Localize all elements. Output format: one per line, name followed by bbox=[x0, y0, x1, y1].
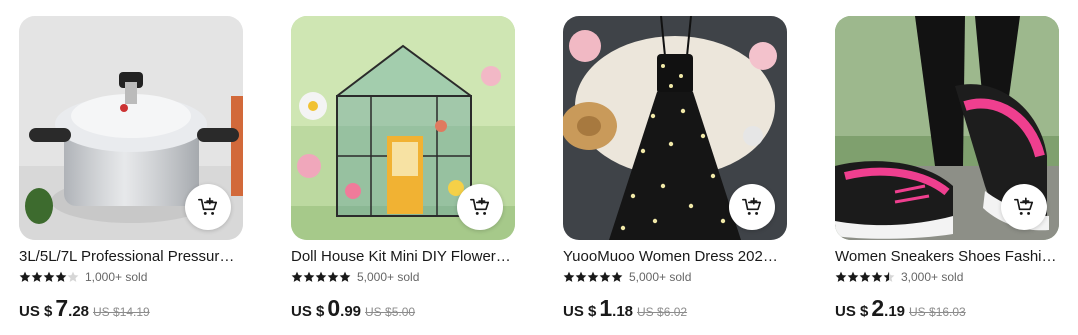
product-image[interactable] bbox=[291, 16, 515, 240]
original-price: US $16.03 bbox=[909, 305, 966, 319]
sold-count: 5,000+ sold bbox=[629, 270, 692, 284]
price-integer: 2 bbox=[871, 295, 885, 321]
product-title[interactable]: Doll House Kit Mini DIY Flower House bbox=[291, 248, 513, 266]
original-price: US $5.00 bbox=[365, 305, 416, 319]
add-to-cart-icon bbox=[1014, 197, 1034, 215]
sold-count: 1,000+ sold bbox=[85, 270, 148, 284]
product-title[interactable]: 3L/5L/7L Professional Pressure Cooker St… bbox=[19, 248, 241, 266]
product-meta: 3,000+ sold bbox=[835, 269, 1059, 285]
price-row: US $ 0 .99 US $5.00 bbox=[291, 295, 515, 322]
star-icon bbox=[859, 271, 871, 282]
price-decimal: .28 bbox=[68, 303, 90, 320]
star-icon bbox=[43, 271, 55, 282]
add-to-cart-button[interactable] bbox=[185, 184, 231, 230]
star-icon bbox=[19, 271, 31, 282]
sold-count: 3,000+ sold bbox=[901, 270, 964, 284]
price-decimal: .99 bbox=[340, 303, 362, 320]
product-meta: 5,000+ sold bbox=[291, 269, 515, 285]
add-to-cart-button[interactable] bbox=[1001, 184, 1047, 230]
currency-label: US $ bbox=[835, 303, 869, 320]
star-icon bbox=[563, 271, 575, 282]
price-decimal: .18 bbox=[612, 303, 634, 320]
currency-label: US $ bbox=[19, 303, 53, 320]
price-integer: 0 bbox=[327, 295, 341, 321]
currency-label: US $ bbox=[563, 303, 597, 320]
star-icon bbox=[611, 271, 623, 282]
price-row: US $ 2 .19 US $16.03 bbox=[835, 295, 1059, 322]
price-integer: 1 bbox=[599, 295, 613, 321]
product-title[interactable]: Women Sneakers Shoes Fashion Platform bbox=[835, 248, 1057, 266]
product-meta: 5,000+ sold bbox=[563, 269, 787, 285]
rating-stars bbox=[291, 271, 351, 283]
rating-stars bbox=[835, 271, 895, 283]
star-icon bbox=[339, 271, 351, 282]
price-row: US $ 7 .28 US $14.19 bbox=[19, 295, 243, 322]
product-image[interactable] bbox=[19, 16, 243, 240]
product-image[interactable] bbox=[563, 16, 787, 240]
sold-count: 5,000+ sold bbox=[357, 270, 420, 284]
product-card[interactable]: Women Sneakers Shoes Fashion Platform 3,… bbox=[835, 16, 1059, 331]
star-icon bbox=[871, 271, 883, 282]
star-icon bbox=[599, 271, 611, 282]
star-icon bbox=[31, 271, 43, 282]
star-icon bbox=[883, 271, 895, 282]
star-icon bbox=[575, 271, 587, 282]
add-to-cart-icon bbox=[198, 197, 218, 215]
price-decimal: .19 bbox=[884, 303, 906, 320]
product-card[interactable]: Doll House Kit Mini DIY Flower House 5,0… bbox=[291, 16, 515, 331]
product-title[interactable]: YuooMuoo Women Dress 2024 Floral bbox=[563, 248, 785, 266]
add-to-cart-button[interactable] bbox=[457, 184, 503, 230]
original-price: US $6.02 bbox=[637, 305, 688, 319]
star-icon bbox=[67, 271, 79, 282]
product-image[interactable] bbox=[835, 16, 1059, 240]
add-to-cart-button[interactable] bbox=[729, 184, 775, 230]
product-meta: 1,000+ sold bbox=[19, 269, 243, 285]
product-card[interactable]: YuooMuoo Women Dress 2024 Floral 5,000+ … bbox=[563, 16, 787, 331]
star-icon bbox=[303, 271, 315, 282]
price-row: US $ 1 .18 US $6.02 bbox=[563, 295, 787, 322]
currency-label: US $ bbox=[291, 303, 325, 320]
star-icon bbox=[315, 271, 327, 282]
star-icon bbox=[835, 271, 847, 282]
star-icon bbox=[327, 271, 339, 282]
add-to-cart-icon bbox=[742, 197, 762, 215]
star-icon bbox=[55, 271, 67, 282]
star-icon bbox=[291, 271, 303, 282]
original-price: US $14.19 bbox=[93, 305, 150, 319]
price-integer: 7 bbox=[55, 295, 69, 321]
add-to-cart-icon bbox=[470, 197, 490, 215]
product-grid: 3L/5L/7L Professional Pressure Cooker St… bbox=[0, 0, 1078, 335]
star-icon bbox=[587, 271, 599, 282]
star-icon bbox=[847, 271, 859, 282]
product-card[interactable]: 3L/5L/7L Professional Pressure Cooker St… bbox=[19, 16, 243, 331]
rating-stars bbox=[19, 271, 79, 283]
rating-stars bbox=[563, 271, 623, 283]
